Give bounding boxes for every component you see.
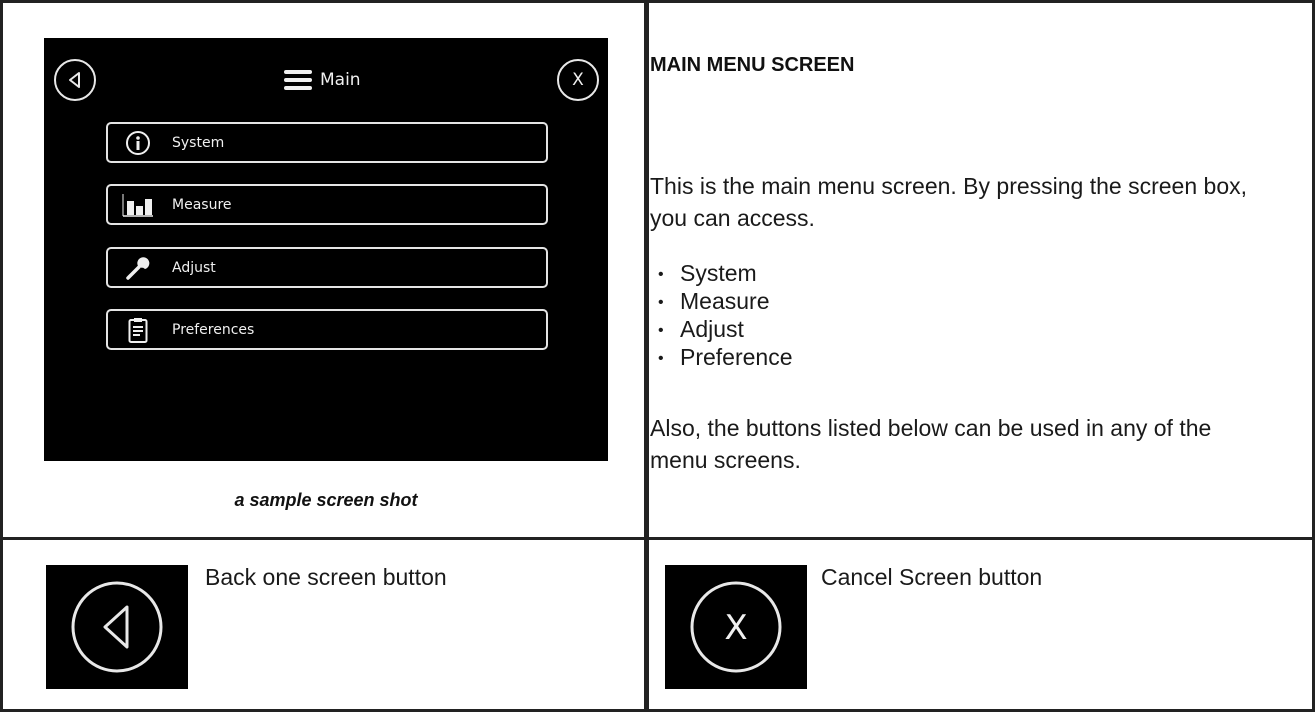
menu-label-system: System xyxy=(172,134,225,151)
cancel-button[interactable]: X xyxy=(557,59,599,101)
menu-label-preferences: Preferences xyxy=(172,321,255,338)
back-button[interactable] xyxy=(54,59,96,101)
cancel-button-legend-icon: X xyxy=(665,565,807,689)
back-button-legend-icon xyxy=(46,565,188,689)
back-button-legend-label: Back one screen button xyxy=(205,564,447,590)
list-item-adjust: Adjust xyxy=(658,316,793,344)
table-border-left xyxy=(0,0,3,712)
screen-title: Main xyxy=(284,65,361,95)
menu-options-list: System Measure Adjust Preference xyxy=(658,260,793,372)
screen-title-text: Main xyxy=(320,70,361,90)
list-item-system: System xyxy=(658,260,793,288)
menu-button-system[interactable]: System xyxy=(106,122,548,163)
table-border-top xyxy=(0,0,1315,3)
table-column-divider xyxy=(644,0,649,712)
cancel-x-label: X xyxy=(572,70,584,90)
clipboard-icon xyxy=(118,315,158,345)
svg-text:X: X xyxy=(724,608,747,648)
info-icon xyxy=(118,128,158,158)
back-triangle-icon xyxy=(69,72,80,88)
screenshot-caption: a sample screen shot xyxy=(234,490,418,510)
wrench-icon xyxy=(118,253,158,283)
back-triangle-icon xyxy=(71,581,163,673)
table-row-divider xyxy=(0,537,1315,540)
section-heading: MAIN MENU SCREEN xyxy=(650,54,855,76)
list-item-preference: Preference xyxy=(658,344,793,372)
menu-button-preferences[interactable]: Preferences xyxy=(106,309,548,350)
cancel-x-icon: X xyxy=(690,581,782,673)
menu-label-measure: Measure xyxy=(172,196,232,213)
intro-paragraph: This is the main menu screen. By pressin… xyxy=(650,173,1248,231)
hamburger-icon xyxy=(284,70,312,90)
bar-chart-icon xyxy=(118,190,158,220)
list-item-measure: Measure xyxy=(658,288,793,316)
menu-label-adjust: Adjust xyxy=(172,259,216,276)
menu-button-measure[interactable]: Measure xyxy=(106,184,548,225)
device-screen: Main X System Measure Adjust Preferences xyxy=(44,38,608,461)
cancel-button-legend-label: Cancel Screen button xyxy=(821,564,1043,590)
menu-button-adjust[interactable]: Adjust xyxy=(106,247,548,288)
outro-paragraph: Also, the buttons listed below can be us… xyxy=(650,415,1212,473)
